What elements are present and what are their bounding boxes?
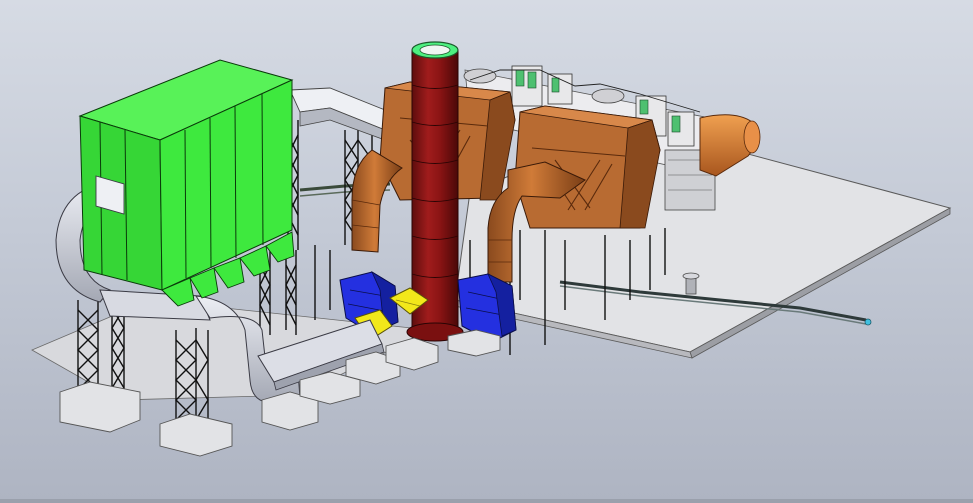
baghouse-filter[interactable] [78,59,295,307]
plant-3d-model[interactable] [0,0,973,503]
viewport-bottom-edge [0,499,973,503]
cad-viewport[interactable] [0,0,973,503]
flue-ductwork-rear[interactable] [289,87,386,141]
transition-duct-left[interactable] [351,149,403,253]
